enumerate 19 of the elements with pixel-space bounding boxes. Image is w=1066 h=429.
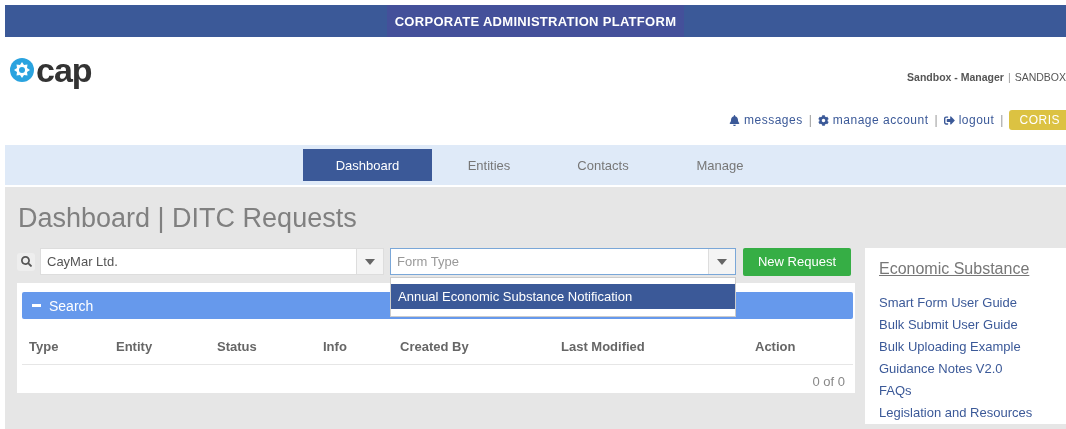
column-header: Action	[755, 339, 797, 354]
column-header: Status	[217, 339, 258, 354]
column-header: Info	[323, 339, 348, 354]
row-count: 0 of 0	[811, 374, 846, 389]
banner-title: CORPORATE ADMINISTRATION PLATFORM	[386, 5, 685, 37]
separator: |	[934, 113, 938, 127]
separator: |	[1000, 113, 1004, 127]
page-title: Dashboard | DITC Requests	[18, 203, 358, 234]
organization-name: SANDBOX	[1014, 71, 1066, 83]
sidebar-title: Economic Substance	[879, 260, 1031, 278]
separator: |	[808, 113, 812, 127]
column-header: Created By	[400, 339, 470, 354]
separator: |	[1007, 71, 1011, 83]
column-header: Last Modified	[561, 339, 646, 354]
logo-text: cap	[36, 53, 92, 87]
column-header: Entity	[116, 339, 154, 354]
search-panel-label: Search	[49, 297, 94, 314]
column-header: Type	[29, 339, 60, 354]
user-name: Sandbox - Manager	[907, 71, 1004, 83]
